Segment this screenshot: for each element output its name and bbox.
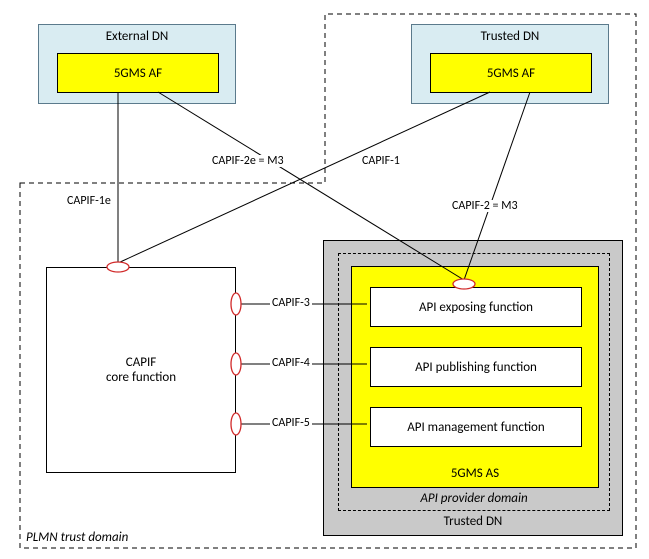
trusted-af-box: 5GMS AF [430, 53, 592, 93]
if-capif-1e: CAPIF-1e [65, 195, 113, 207]
external-af-label: 5GMS AF [114, 66, 162, 81]
api-manage-box: API management function [370, 407, 582, 447]
api-provider-domain-box: API provider domain 5GMS AS API exposing… [338, 253, 610, 511]
api-publish-label: API publishing function [415, 360, 537, 375]
api-expose-box: API exposing function [370, 287, 582, 327]
as-box: 5GMS AS API exposing function API publis… [351, 266, 599, 488]
if-capif-4: CAPIF-4 [270, 357, 312, 369]
api-expose-label: API exposing function [419, 300, 533, 315]
plmn-domain-label: PLMN trust domain [26, 530, 128, 545]
trusted-dn-top-box: Trusted DN 5GMS AF [411, 24, 609, 104]
capif-core-label-2: core function [106, 370, 176, 385]
if-capif-5: CAPIF-5 [270, 417, 312, 429]
if-capif-2: CAPIF-2 = M3 [450, 200, 520, 212]
if-capif-3: CAPIF-3 [270, 297, 312, 309]
api-manage-label: API management function [407, 420, 545, 435]
external-dn-box: External DN 5GMS AF [38, 24, 236, 104]
api-publish-box: API publishing function [370, 347, 582, 387]
if-capif-1: CAPIF-1 [360, 155, 402, 167]
external-af-box: 5GMS AF [57, 53, 219, 93]
trusted-dn-bottom-box: Trusted DN API provider domain 5GMS AS A… [323, 240, 623, 536]
trusted-dn-top-title: Trusted DN [412, 29, 608, 44]
capif-core-label-1: CAPIF [126, 355, 156, 370]
external-dn-title: External DN [39, 29, 235, 44]
if-capif-2e: CAPIF-2e = M3 [210, 155, 286, 167]
trusted-af-label: 5GMS AF [487, 66, 535, 81]
api-provider-domain-title: API provider domain [339, 491, 609, 506]
trusted-dn-bottom-title: Trusted DN [324, 514, 622, 529]
as-label: 5GMS AS [352, 466, 598, 481]
capif-core-box: CAPIF core function [46, 267, 236, 473]
